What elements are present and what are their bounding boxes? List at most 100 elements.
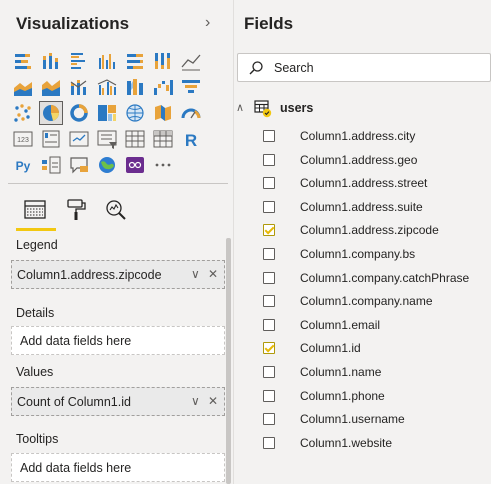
python-visual-icon[interactable]: Py xyxy=(12,154,34,176)
field-label: Column1.website xyxy=(300,435,393,450)
visualizations-title: Visualizations xyxy=(16,14,130,33)
tooltips-well[interactable]: Add data fields here xyxy=(11,453,225,482)
field-label: Column1.address.suite xyxy=(300,199,423,214)
details-well[interactable]: Add data fields here xyxy=(11,326,225,355)
pie-chart-icon[interactable] xyxy=(39,101,63,125)
values-well[interactable]: Count of Column1.id ∨ ✕ xyxy=(11,387,225,416)
field-checkbox[interactable] xyxy=(263,342,275,355)
field-item[interactable]: Column1.website xyxy=(234,433,491,455)
field-checkbox[interactable] xyxy=(263,177,275,190)
field-checkbox[interactable] xyxy=(263,389,275,402)
field-item[interactable]: Column1.company.bs xyxy=(234,244,491,266)
chevron-down-icon[interactable]: ∨ xyxy=(191,267,200,281)
line-chart-icon[interactable] xyxy=(180,50,202,72)
treemap-icon[interactable] xyxy=(96,102,118,124)
format-tab-icon[interactable] xyxy=(65,198,91,222)
details-drop-placeholder: Add data fields here xyxy=(20,334,132,348)
visualizations-scrollbar[interactable] xyxy=(226,238,231,484)
custom-visual-icon[interactable] xyxy=(124,154,146,176)
waterfall-chart-icon[interactable] xyxy=(152,76,174,98)
field-checkbox[interactable] xyxy=(263,200,275,213)
field-label: Column1.phone xyxy=(300,388,385,403)
more-visuals-icon[interactable] xyxy=(152,154,174,176)
svg-text:Py: Py xyxy=(16,159,31,173)
values-field-pill[interactable]: Count of Column1.id xyxy=(17,395,131,409)
funnel-icon[interactable] xyxy=(180,76,202,98)
field-item[interactable]: Column1.username xyxy=(234,409,491,431)
stacked-area-chart-icon[interactable] xyxy=(40,76,62,98)
search-input[interactable]: Search xyxy=(237,53,491,82)
divider xyxy=(8,183,228,184)
field-checkbox[interactable] xyxy=(263,271,275,284)
field-checkbox[interactable] xyxy=(263,436,275,449)
field-checkbox[interactable] xyxy=(263,366,275,378)
key-influencers-icon[interactable] xyxy=(40,154,62,176)
field-label: Column1.id xyxy=(300,341,361,356)
field-checkbox[interactable] xyxy=(263,295,275,308)
remove-field-icon[interactable]: ✕ xyxy=(208,394,218,408)
clustered-column-chart-icon[interactable] xyxy=(96,50,118,72)
field-label: Column1.username xyxy=(300,412,405,427)
r-script-visual-icon[interactable]: R xyxy=(180,128,202,150)
legend-field-pill[interactable]: Column1.address.zipcode xyxy=(17,268,162,282)
map-icon[interactable] xyxy=(124,102,146,124)
field-item[interactable]: Column1.name xyxy=(234,362,491,384)
chevron-down-icon[interactable]: ∨ xyxy=(191,394,200,408)
filled-map-icon[interactable] xyxy=(152,102,174,124)
field-item[interactable]: Column1.company.name xyxy=(234,291,491,313)
analytics-tab-icon[interactable] xyxy=(104,198,130,222)
field-checkbox[interactable] xyxy=(263,413,275,426)
kpi-icon[interactable] xyxy=(68,128,90,150)
multi-row-card-icon[interactable] xyxy=(40,128,62,150)
fields-tab-icon[interactable] xyxy=(23,198,49,222)
slicer-icon[interactable] xyxy=(96,128,118,150)
matrix-icon[interactable] xyxy=(152,128,174,150)
field-item[interactable]: Column1.phone xyxy=(234,386,491,408)
remove-field-icon[interactable]: ✕ xyxy=(208,267,218,281)
values-well-label: Values xyxy=(16,365,54,379)
line-and-clustered-column-icon[interactable] xyxy=(96,76,118,98)
field-item[interactable]: Column1.address.city xyxy=(234,126,491,148)
legend-well-label: Legend xyxy=(16,238,58,252)
field-checkbox[interactable] xyxy=(263,130,275,142)
field-checkbox[interactable] xyxy=(263,224,275,237)
chevron-up-icon[interactable]: ∧ xyxy=(236,101,244,114)
svg-text:123: 123 xyxy=(17,137,29,144)
field-item[interactable]: Column1.id xyxy=(234,338,491,360)
field-checkbox[interactable] xyxy=(263,318,275,331)
stacked-bar-chart-icon[interactable] xyxy=(12,50,34,72)
arcgis-map-icon[interactable] xyxy=(96,154,118,176)
field-item[interactable]: Column1.address.suite xyxy=(234,197,491,219)
table-name: users xyxy=(280,101,314,115)
gauge-icon[interactable] xyxy=(180,102,202,124)
field-item[interactable]: Column1.email xyxy=(234,315,491,337)
visualizations-pane: Visualizations › 123 R Py Legend Column1.a… xyxy=(0,0,233,484)
clustered-bar-chart-icon[interactable] xyxy=(68,50,90,72)
donut-chart-icon[interactable] xyxy=(68,102,90,124)
details-well-label: Details xyxy=(16,306,55,320)
table-header-users[interactable]: ∧ users xyxy=(234,97,491,119)
area-chart-icon[interactable] xyxy=(12,76,34,98)
tooltips-well-label: Tooltips xyxy=(16,432,59,446)
tooltips-drop-placeholder: Add data fields here xyxy=(20,461,132,475)
table-icon[interactable] xyxy=(124,128,146,150)
field-item[interactable]: Column1.company.catchPhrase xyxy=(234,268,491,290)
field-label: Column1.address.city xyxy=(300,129,416,143)
field-checkbox[interactable] xyxy=(263,153,275,166)
stacked-column-chart-icon[interactable] xyxy=(40,50,62,72)
field-label: Column1.address.street xyxy=(300,176,428,191)
legend-well[interactable]: Column1.address.zipcode ∨ ✕ xyxy=(11,260,225,289)
scatter-chart-icon[interactable] xyxy=(12,102,34,124)
line-and-stacked-column-icon[interactable] xyxy=(68,76,90,98)
field-item[interactable]: Column1.address.geo xyxy=(234,150,491,172)
field-item[interactable]: Column1.address.street xyxy=(234,173,491,195)
collapse-visualizations-chevron-icon[interactable]: › xyxy=(205,14,210,32)
field-item[interactable]: Column1.address.zipcode xyxy=(234,220,491,242)
100-stacked-bar-chart-icon[interactable] xyxy=(124,50,146,72)
field-label: Column1.company.bs xyxy=(300,247,416,261)
field-checkbox[interactable] xyxy=(263,248,275,260)
card-icon[interactable]: 123 xyxy=(12,128,34,150)
ribbon-chart-icon[interactable] xyxy=(124,76,146,98)
qa-icon[interactable] xyxy=(68,154,90,176)
100-stacked-column-chart-icon[interactable] xyxy=(152,50,174,72)
